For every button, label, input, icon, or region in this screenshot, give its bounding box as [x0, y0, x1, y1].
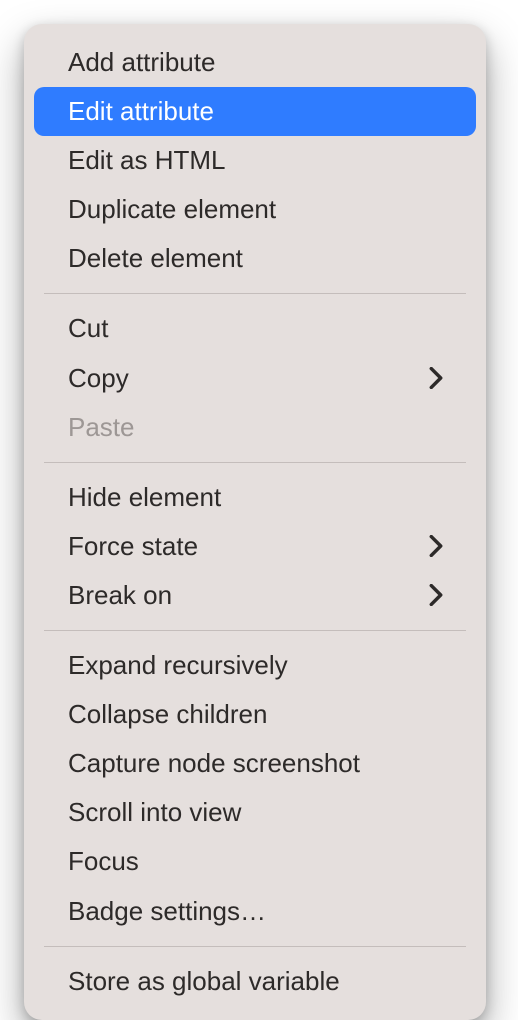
- menu-item-label: Expand recursively: [68, 648, 446, 683]
- menu-item-label: Paste: [68, 410, 446, 445]
- menu-item-label: Capture node screenshot: [68, 746, 446, 781]
- chevron-right-icon: [426, 536, 446, 556]
- menu-item-copy[interactable]: Copy: [34, 354, 476, 403]
- menu-item-label: Scroll into view: [68, 795, 446, 830]
- menu-item-label: Cut: [68, 311, 446, 346]
- menu-item-cut[interactable]: Cut: [34, 304, 476, 353]
- menu-item-badge-settings[interactable]: Badge settings…: [34, 887, 476, 936]
- menu-item-label: Add attribute: [68, 45, 446, 80]
- menu-separator: [44, 946, 466, 947]
- menu-item-label: Hide element: [68, 480, 446, 515]
- menu-item-break-on[interactable]: Break on: [34, 571, 476, 620]
- menu-item-label: Store as global variable: [68, 964, 446, 999]
- menu-item-label: Copy: [68, 361, 426, 396]
- menu-item-focus[interactable]: Focus: [34, 837, 476, 886]
- menu-item-store-as-global-variable[interactable]: Store as global variable: [34, 957, 476, 1006]
- menu-item-collapse-children[interactable]: Collapse children: [34, 690, 476, 739]
- menu-separator: [44, 462, 466, 463]
- menu-item-scroll-into-view[interactable]: Scroll into view: [34, 788, 476, 837]
- menu-item-duplicate-element[interactable]: Duplicate element: [34, 185, 476, 234]
- menu-item-label: Delete element: [68, 241, 446, 276]
- menu-item-label: Edit as HTML: [68, 143, 446, 178]
- menu-item-delete-element[interactable]: Delete element: [34, 234, 476, 283]
- menu-item-label: Focus: [68, 844, 446, 879]
- menu-item-hide-element[interactable]: Hide element: [34, 473, 476, 522]
- menu-item-add-attribute[interactable]: Add attribute: [34, 38, 476, 87]
- context-menu: Add attribute Edit attribute Edit as HTML D…: [24, 24, 486, 1020]
- menu-separator: [44, 630, 466, 631]
- menu-item-label: Duplicate element: [68, 192, 446, 227]
- menu-separator: [44, 293, 466, 294]
- chevron-right-icon: [426, 585, 446, 605]
- menu-item-label: Collapse children: [68, 697, 446, 732]
- menu-item-label: Edit attribute: [68, 94, 446, 129]
- menu-item-force-state[interactable]: Force state: [34, 522, 476, 571]
- menu-item-paste: Paste: [34, 403, 476, 452]
- menu-item-label: Force state: [68, 529, 426, 564]
- menu-item-edit-as-html[interactable]: Edit as HTML: [34, 136, 476, 185]
- menu-item-label: Break on: [68, 578, 426, 613]
- menu-item-capture-node-screenshot[interactable]: Capture node screenshot: [34, 739, 476, 788]
- menu-item-edit-attribute[interactable]: Edit attribute: [34, 87, 476, 136]
- menu-item-label: Badge settings…: [68, 894, 446, 929]
- chevron-right-icon: [426, 368, 446, 388]
- menu-item-expand-recursively[interactable]: Expand recursively: [34, 641, 476, 690]
